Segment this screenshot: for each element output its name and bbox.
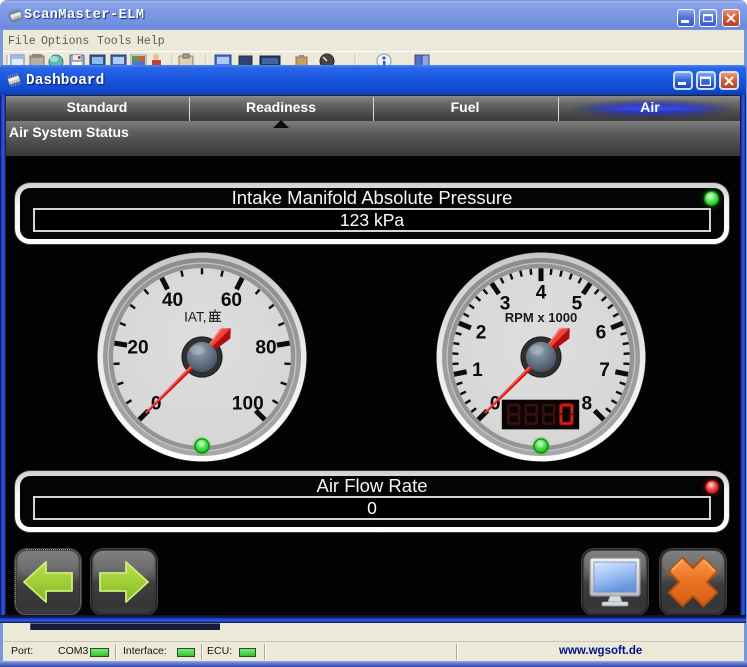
svg-text:8: 8	[582, 393, 593, 414]
svg-text:6: 6	[596, 323, 607, 344]
svg-text:60: 60	[221, 290, 242, 311]
svg-text:RPM x 1000: RPM x 1000	[505, 310, 578, 325]
svg-text:4: 4	[536, 283, 547, 304]
svg-text:40: 40	[162, 290, 183, 311]
svg-text:1: 1	[472, 360, 483, 381]
svg-text:IAT,: IAT,	[184, 309, 206, 324]
svg-text:7: 7	[599, 360, 610, 381]
svg-text:2: 2	[476, 323, 487, 344]
svg-text:100: 100	[232, 393, 264, 414]
svg-text:20: 20	[127, 337, 148, 358]
svg-text:80: 80	[255, 337, 276, 358]
